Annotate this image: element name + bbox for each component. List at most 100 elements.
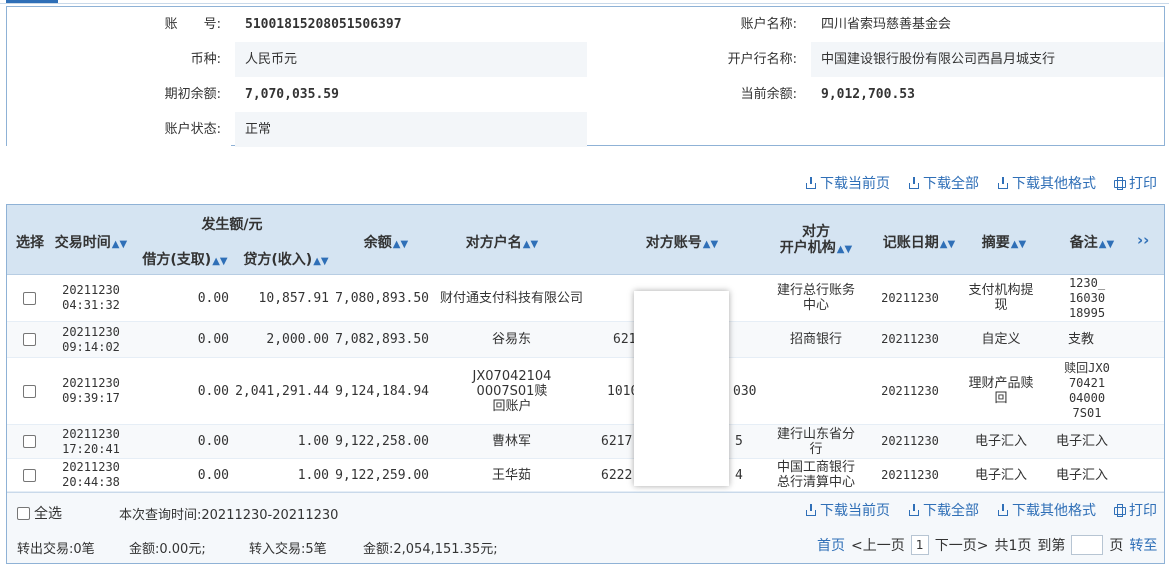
download-page-link[interactable]: 下载当前页 [805,501,890,519]
col-counterparty-name-label: 对方户名 [465,235,522,251]
row-date-text: 20211230 [62,376,120,390]
download-icon [908,177,920,189]
print-link[interactable]: 打印 [1114,174,1157,192]
sort-icon: ▲▼ [313,256,329,267]
total-pages: 共1页 [994,538,1032,554]
col-post-date[interactable]: 记账日期▲▼ [879,232,959,252]
row-time: 20211230 20:44:38 [51,459,131,491]
next-page-link[interactable]: 下一页> [935,535,989,555]
col-debit[interactable]: 借方(支取)▲▼ [135,249,235,269]
row-debit: 0.00 [197,383,229,399]
currency-label: 币种: [7,42,231,77]
row-checkbox[interactable] [19,358,39,424]
printer-icon [1114,177,1126,190]
col-credit[interactable]: 贷方(收入)▲▼ [236,249,336,269]
col-remark-label: 备注 [1069,235,1098,251]
goto-label: 到第 [1037,538,1066,554]
goto-page-input[interactable] [1071,535,1104,555]
row-remark: 电子汇入 [1055,467,1108,483]
row-checkbox[interactable] [19,322,39,357]
download-icon [805,177,817,189]
row-date-text: 20211230 [62,426,120,441]
col-summary-label: 摘要 [981,235,1010,251]
in-tx-count: 转入交易:5笔 [249,542,327,557]
bank-value: 中国建设银行股份有限公司西昌月城支行 [811,42,1164,77]
download-page-link[interactable]: 下载当前页 [805,174,890,192]
sort-icon: ▲▼ [702,239,719,250]
row-post-date: 20211230 [881,332,939,346]
checkbox[interactable] [22,333,36,346]
row-counterparty-account-tail: 4 [735,467,743,483]
account-name-value: 四川省索玛慈善基金会 [811,7,1164,42]
row-time: 20211230 09:14:02 [51,322,131,357]
row-credit: 2,000.00 [266,332,329,347]
col-counterparty-bank-label-1: 对方 [802,224,830,240]
in-tx-amount: 金额:2,054,151.35元; [363,542,498,557]
select-all[interactable]: 全选 [17,503,62,523]
row-checkbox[interactable] [19,425,39,458]
download-other-link[interactable]: 下载其他格式 [997,174,1096,192]
download-all-link[interactable]: 下载全部 [908,174,979,192]
col-balance[interactable]: 余额▲▼ [341,232,431,252]
col-counterparty-bank[interactable]: 对方 开户机构▲▼ [771,224,861,258]
row-balance: 9,122,259.00 [335,467,429,483]
sort-icon: ▲▼ [522,239,539,250]
print-label: 打印 [1129,176,1157,192]
account-name-label: 账户名称: [587,7,807,42]
print-link[interactable]: 打印 [1114,501,1157,519]
row-counterparty-bank: 建行山东省分行 [776,426,855,457]
checkbox[interactable] [22,384,36,398]
row-summary: 支付机构提现 [968,283,1034,313]
select-all-label: 全选 [34,506,62,522]
row-checkbox[interactable] [19,275,39,321]
currency-value: 人民币元 [235,42,587,77]
sort-icon: ▲▼ [392,239,409,250]
row-date-text: 20211230 [62,460,120,474]
sort-icon: ▲▼ [1098,239,1115,250]
prev-page-link[interactable]: <上一页 [851,535,905,555]
download-other-link[interactable]: 下载其他格式 [997,501,1096,519]
col-counterparty-name[interactable]: 对方户名▲▼ [447,232,557,252]
current-balance-label: 当前余额: [587,77,807,112]
goto-button[interactable]: 转至 [1129,535,1157,555]
row-time: 20211230 09:39:17 [51,358,131,424]
row-balance: 7,080,893.50 [335,290,429,306]
first-page-link[interactable]: 首页 [817,535,845,555]
row-checkbox[interactable] [19,459,39,491]
download-all-link[interactable]: 下载全部 [908,501,979,519]
row-remark: 1230_ 16030 18995 [1068,275,1106,320]
download-other-label: 下载其他格式 [1012,503,1096,519]
table-row: 20211230 17:20:41 0.00 1.00 9,122,258.00 … [7,425,1164,459]
row-time-text: 04:31:32 [62,298,120,312]
col-summary[interactable]: 摘要▲▼ [969,232,1039,252]
col-counterparty-account[interactable]: 对方账号▲▼ [627,232,737,252]
current-page[interactable]: 1 [910,535,929,555]
more-columns-icon[interactable]: ›› [1137,231,1149,249]
info-row: 币种: 人民币元 开户行名称: 中国建设银行股份有限公司西昌月城支行 [7,42,1164,77]
checkbox[interactable] [22,291,36,305]
table-header: 选择 交易时间▲▼ 发生额/元 借方(支取)▲▼ 贷方(收入)▲▼ 余额▲▼ 对… [7,205,1164,275]
checkbox[interactable] [22,435,36,448]
row-time-text: 09:39:17 [62,391,120,405]
row-balance: 9,122,258.00 [335,434,429,449]
row-summary: 电子汇入 [974,467,1027,483]
info-row: 账 号: 51001815208051506397 账户名称: 四川省索玛慈善基… [7,7,1164,42]
checkbox[interactable] [22,468,36,482]
bank-label: 开户行名称: [727,52,797,67]
row-counterparty-name: 谷易东 [491,332,531,347]
select-all-checkbox[interactable] [17,506,30,520]
account-no-value: 51001815208051506397 [235,7,587,42]
col-time[interactable]: 交易时间▲▼ [51,232,131,252]
table-row: 20211230 09:39:17 0.00 2,041,291.44 9,124… [7,358,1164,425]
row-time-text: 09:14:02 [62,339,120,354]
bottom-toolbar: 下载当前页 下载全部 下载其他格式 打印 [805,501,1157,519]
col-remark[interactable]: 备注▲▼ [1057,232,1127,252]
row-credit: 1.00 [297,467,329,483]
col-time-label: 交易时间 [54,235,111,251]
row-time: 20211230 17:20:41 [51,425,131,458]
out-tx-count: 转出交易:0笔 [17,542,95,557]
col-counterparty-bank-label-2: 开户机构 [779,240,836,256]
tab-divider [0,3,1169,4]
row-post-date: 20211230 [881,434,939,448]
download-icon [805,504,817,516]
